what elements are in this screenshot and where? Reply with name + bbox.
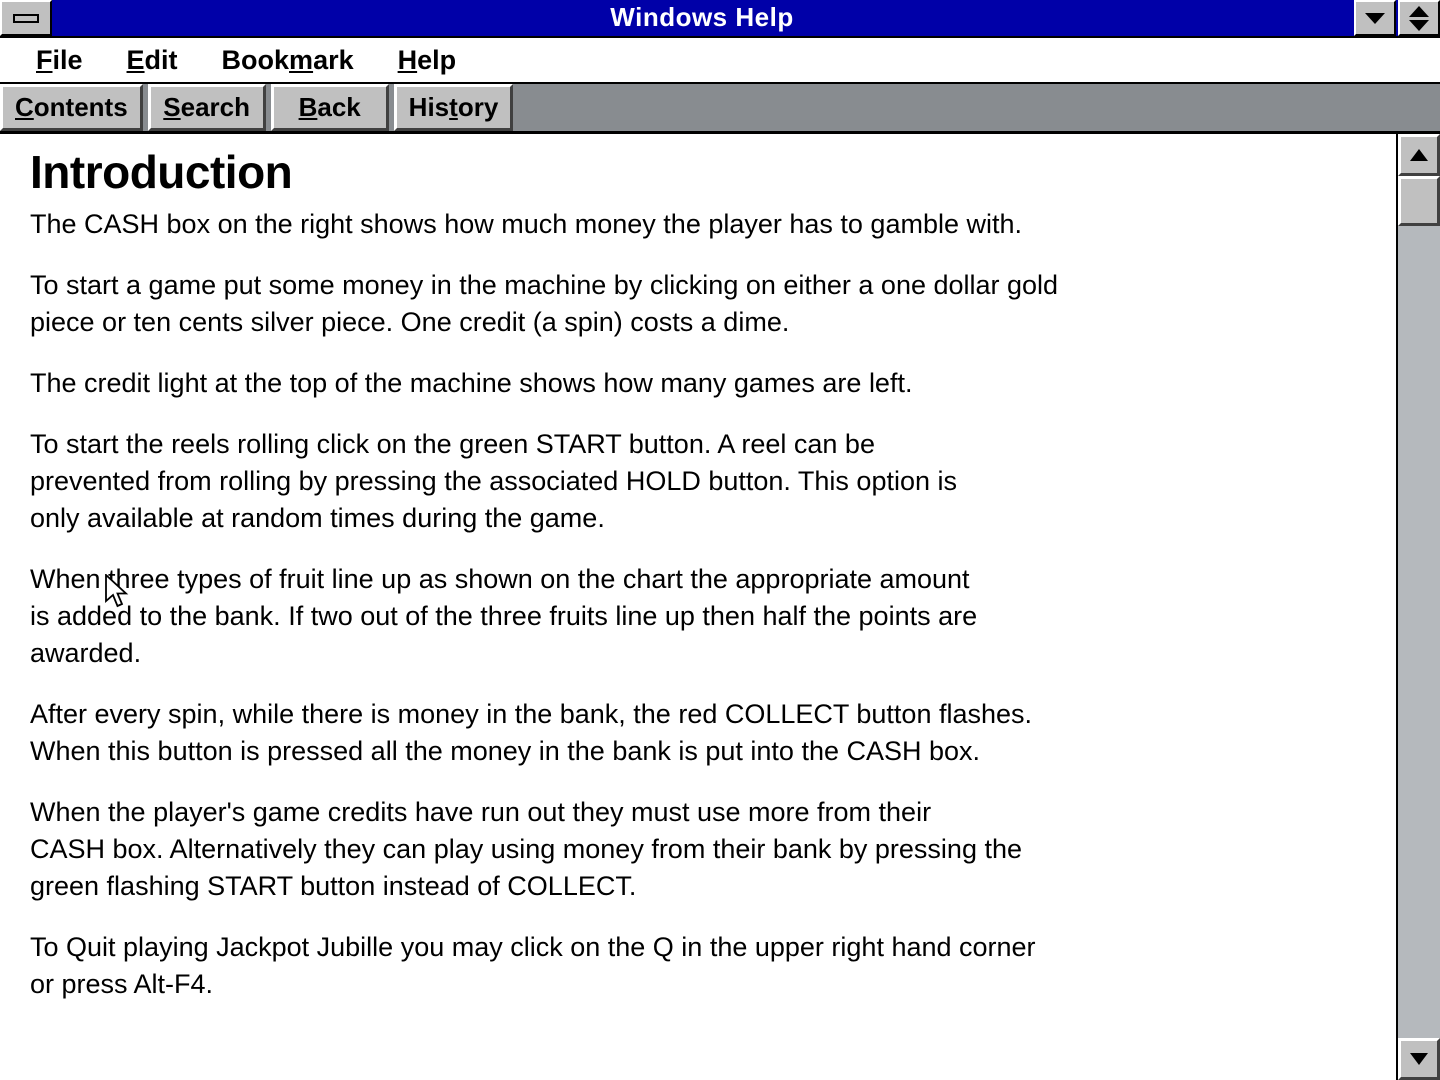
paragraph: After every spin, while there is money i… <box>30 699 1033 767</box>
scrollbar-track[interactable] <box>1398 176 1440 1038</box>
paragraph: To start the reels rolling click on the … <box>30 429 957 534</box>
paragraph: To Quit playing Jackpot Jubille you may … <box>30 932 1036 1000</box>
body-area: Introduction The CASH box on the right s… <box>0 134 1440 1080</box>
paragraph: The credit light at the top of the machi… <box>30 368 913 399</box>
system-menu-button[interactable] <box>0 0 52 36</box>
toolbar: Contents Search Back His t ory <box>0 84 1440 134</box>
title-bar[interactable]: Windows Help <box>0 0 1440 38</box>
title-bar-buttons <box>1352 0 1440 36</box>
page-title: Introduction <box>30 146 293 198</box>
minimize-button[interactable] <box>1354 0 1396 36</box>
menu-edit[interactable]: Edit <box>105 45 200 76</box>
menu-help[interactable]: Help <box>376 45 479 76</box>
paragraph: When the player's game credits have run … <box>30 797 1022 902</box>
restore-updown-icon <box>1409 5 1429 31</box>
paragraph: When three types of fruit line up as sho… <box>30 564 978 669</box>
paragraph: The CASH box on the right shows how much… <box>30 209 1022 240</box>
help-topic-content: Introduction The CASH box on the right s… <box>0 134 1396 1080</box>
window-title: Windows Help <box>610 2 794 32</box>
windows-help-window: Windows Help File Edit Bookmark Help Con… <box>0 0 1440 1080</box>
minimize-bar-icon <box>13 13 39 23</box>
menu-bar: File Edit Bookmark Help <box>0 38 1440 84</box>
scroll-up-button[interactable] <box>1398 134 1440 176</box>
scroll-up-arrow-icon <box>1410 149 1428 161</box>
toolbar-back-button[interactable]: Back <box>270 84 389 131</box>
toolbar-history-button[interactable]: His t ory <box>393 84 514 131</box>
menu-bookmark[interactable]: Bookmark <box>200 45 376 76</box>
paragraph: To start a game put some money in the ma… <box>30 270 1059 338</box>
toolbar-contents-button[interactable]: Contents <box>0 84 143 131</box>
scroll-down-arrow-icon <box>1410 1053 1428 1065</box>
vertical-scrollbar[interactable] <box>1396 134 1440 1080</box>
arrow-down-icon <box>1365 12 1385 24</box>
scrollbar-thumb[interactable] <box>1398 176 1440 226</box>
scroll-down-button[interactable] <box>1398 1038 1440 1080</box>
toolbar-search-button[interactable]: Search <box>147 84 266 131</box>
restore-button[interactable] <box>1398 0 1440 36</box>
menu-file[interactable]: File <box>14 45 105 76</box>
